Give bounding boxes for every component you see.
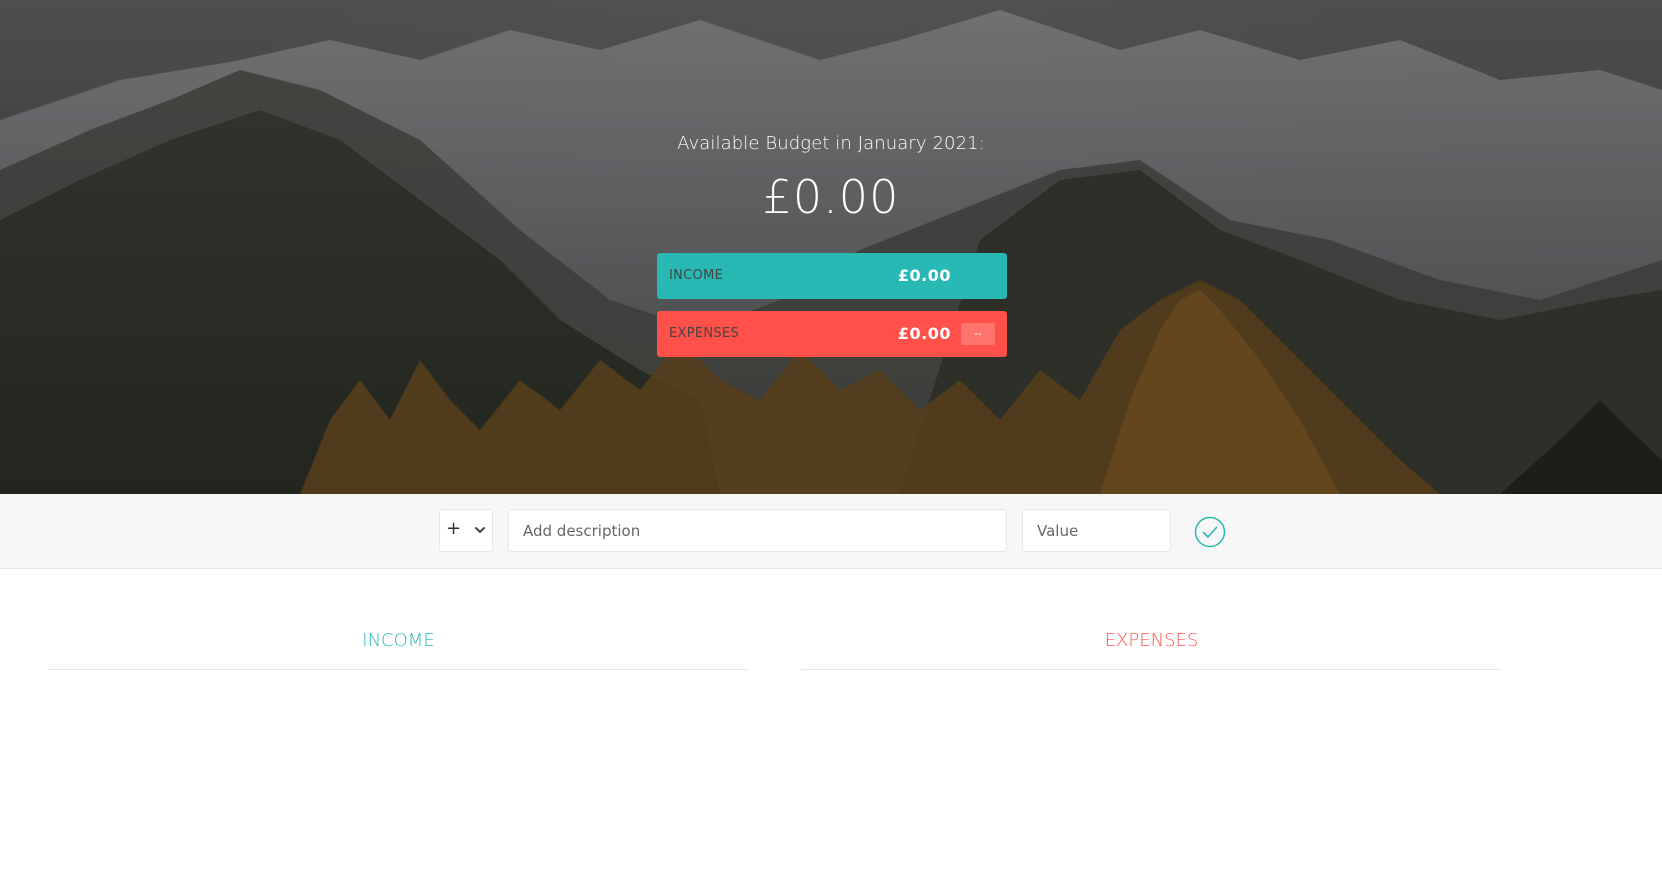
expenses-list-title: Expenses [1104, 630, 1199, 651]
budget-header: Available Budget in January 2021: £0.00 … [0, 0, 1662, 494]
expenses-percentage-badge: -- [961, 323, 995, 345]
expenses-summary-label: Expenses [669, 326, 740, 341]
checkmark-circle-icon[interactable] [1194, 516, 1226, 548]
income-summary-value: £0.00 [897, 266, 951, 285]
type-select-value: + [446, 518, 462, 539]
description-input[interactable] [508, 509, 1007, 552]
income-summary-label: Income [669, 268, 724, 283]
type-select[interactable]: + [439, 509, 493, 552]
income-list-title: Income [362, 630, 435, 651]
add-item-bar: + [0, 494, 1662, 569]
budget-value: £0.00 [762, 170, 900, 224]
expenses-list: Expenses [801, 631, 1502, 670]
expenses-summary: Expenses £0.00 -- [657, 311, 1007, 357]
header-overlay [0, 0, 1662, 494]
item-lists: Income Expenses [0, 569, 1662, 884]
budget-title: Available Budget in January 2021: [677, 133, 985, 154]
income-list: Income [48, 631, 749, 670]
income-summary: Income £0.00 [657, 253, 1007, 299]
value-input[interactable] [1022, 509, 1171, 552]
expenses-summary-value: £0.00 [897, 324, 951, 343]
chevron-down-icon [475, 527, 485, 533]
